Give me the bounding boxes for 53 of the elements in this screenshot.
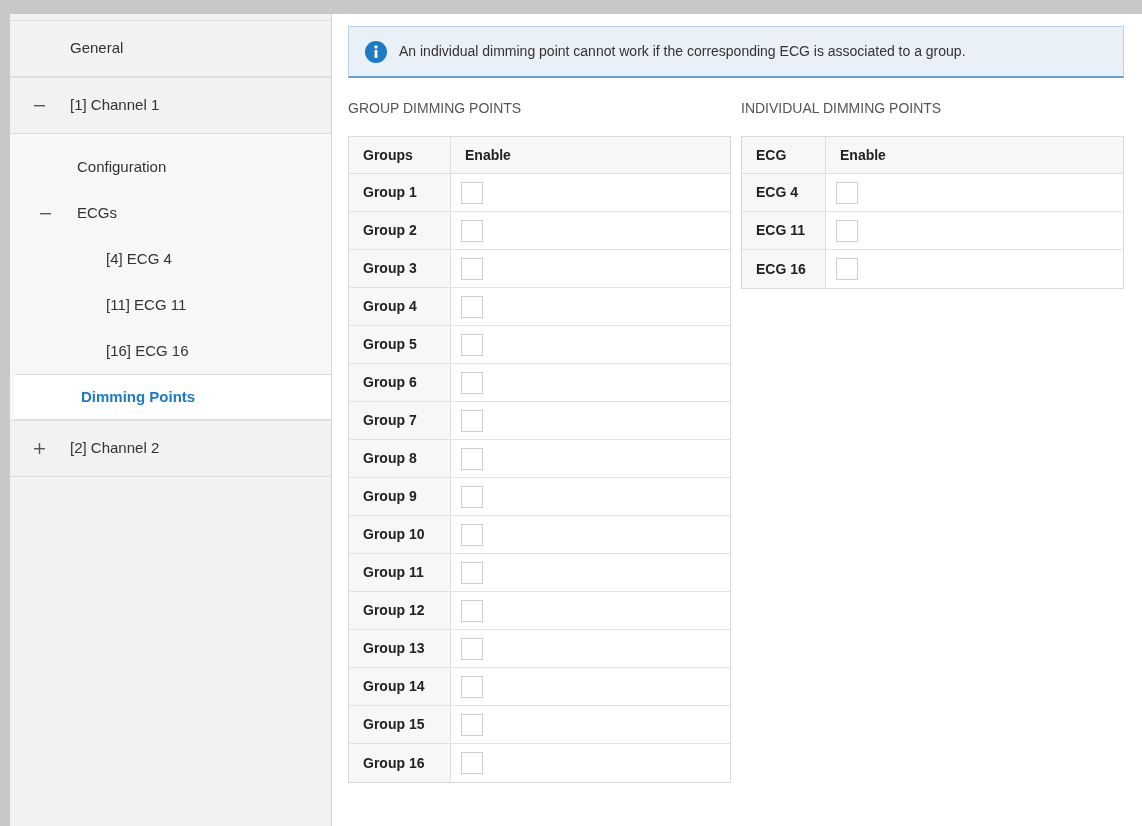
checkbox[interactable] [461,713,483,736]
checkbox[interactable] [836,258,858,280]
checkbox[interactable] [461,523,483,546]
checkbox[interactable] [461,637,483,660]
column-header: Enable [464,145,512,165]
checkbox[interactable] [461,409,483,432]
row-label: Group 3 [349,250,451,287]
row-label: ECG 4 [742,174,826,211]
checkbox[interactable] [461,752,483,774]
tree-item[interactable]: [11] ECG 11 [10,282,331,328]
column-header: Enable [839,145,887,165]
row-label: Group 9 [349,478,451,515]
tree-item[interactable]: [16] ECG 16 [10,328,331,374]
checkbox[interactable] [461,561,483,584]
row-label: Group 14 [349,668,451,705]
tree-item[interactable]: Dimming Points [14,374,331,420]
row-label: Group 7 [349,402,451,439]
checkbox[interactable] [461,181,483,204]
checkbox[interactable] [461,295,483,318]
section-title: GROUP DIMMING POINTS [348,99,523,118]
row-label: Group 2 [349,212,451,249]
row-label: Group 4 [349,288,451,325]
row-label: Group 10 [349,516,451,553]
checkbox[interactable] [461,599,483,622]
row-label: Group 11 [349,554,451,591]
checkbox[interactable] [461,333,483,356]
checkbox[interactable] [461,675,483,698]
tree-item[interactable]: ECGs [10,190,331,236]
column-header: Groups [349,137,451,173]
row-label: Group 1 [349,174,451,211]
row-label: ECG 11 [742,212,826,249]
row-label: ECG 16 [742,250,826,288]
plus-icon[interactable] [34,443,45,454]
checkbox[interactable] [461,485,483,508]
info-icon [365,40,387,63]
row-label: Group 13 [349,630,451,667]
row-label: Group 6 [349,364,451,401]
checkbox[interactable] [461,447,483,470]
checkbox[interactable] [461,371,483,394]
column-header: ECG [742,137,826,173]
checkbox[interactable] [461,219,483,242]
row-label: Group 15 [349,706,451,743]
row-label: Group 12 [349,592,451,629]
checkbox[interactable] [461,257,483,280]
row-label: Group 5 [349,326,451,363]
tree-item[interactable]: [4] ECG 4 [10,236,331,282]
section-title: INDIVIDUAL DIMMING POINTS [741,99,943,118]
info-text: An individual dimming point cannot work if the corresponding ECG is associated to a group. [399,42,966,61]
checkbox[interactable] [836,181,858,204]
checkbox[interactable] [836,219,858,242]
tree-item[interactable]: Configuration [10,144,331,190]
row-label: Group 8 [349,440,451,477]
row-label: Group 16 [349,744,451,782]
